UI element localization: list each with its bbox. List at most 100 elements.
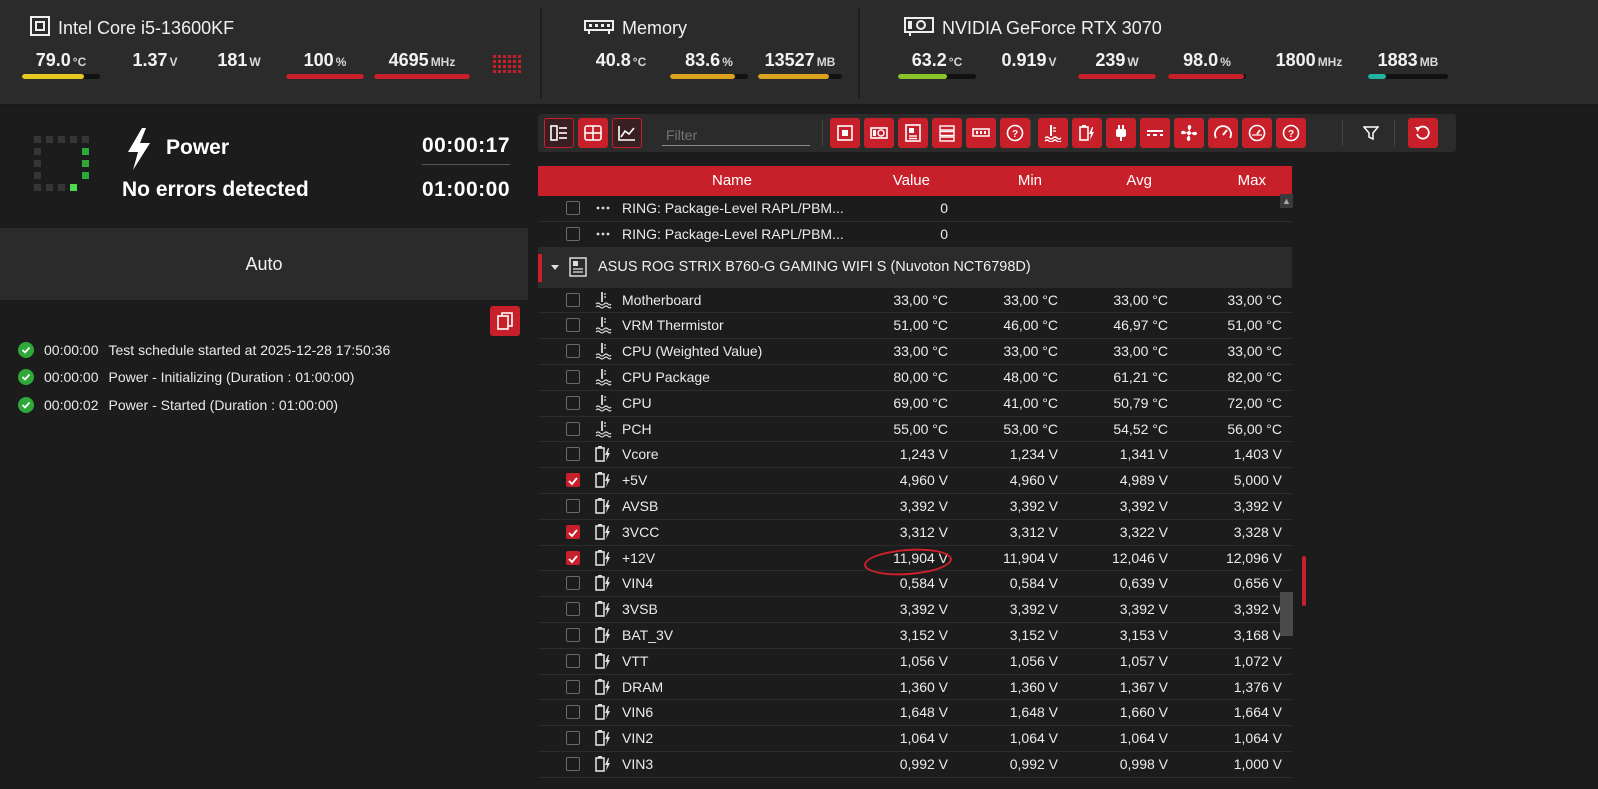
- row-checkbox[interactable]: [566, 447, 580, 462]
- table-scrollbar[interactable]: ▲: [1280, 194, 1306, 789]
- sensor-name: +12V: [622, 549, 656, 566]
- voltage-filter-button[interactable]: [1072, 118, 1102, 148]
- row-checkbox[interactable]: [566, 627, 580, 642]
- table-row[interactable]: VIN2 1,064 V 1,064 V 1,064 V 1,064 V: [538, 726, 1292, 752]
- cpu-metric-unit: °C: [72, 55, 87, 69]
- help-icon: ?: [1282, 124, 1300, 142]
- filter-input[interactable]: [662, 124, 810, 146]
- log-time: 00:00:00: [44, 341, 99, 358]
- copy-log-button[interactable]: [490, 306, 520, 336]
- row-checkbox[interactable]: [566, 602, 580, 617]
- table-row[interactable]: CPU Package 80,00 °C 48,00 °C 61,21 °C 8…: [538, 365, 1292, 391]
- row-checkbox[interactable]: [566, 226, 580, 241]
- row-checkbox[interactable]: [566, 292, 580, 307]
- sensor-value: 1,360 V: [899, 678, 948, 695]
- memory-summary: Memory: [584, 14, 687, 42]
- storage-filter-button[interactable]: [932, 118, 962, 148]
- cpu-cores-icon[interactable]: [493, 54, 521, 76]
- cpu-metric-2: 181 W: [208, 50, 286, 90]
- grid-view-button[interactable]: [578, 118, 608, 148]
- table-row[interactable]: 3VSB 3,392 V 3,392 V 3,392 V 3,392 V: [538, 597, 1292, 623]
- sensor-max: 1,376 V: [1233, 678, 1282, 695]
- collapse-caret-icon[interactable]: [550, 260, 560, 276]
- row-checkbox[interactable]: [566, 369, 580, 384]
- cpu-filter-button[interactable]: [830, 118, 860, 148]
- memory-filter-button[interactable]: [966, 118, 996, 148]
- row-checkbox[interactable]: [566, 576, 580, 591]
- sensor-value: 51,00 °C: [893, 317, 948, 334]
- sensor-avg: 33,00 °C: [1113, 343, 1168, 360]
- scroll-thumb[interactable]: [1280, 592, 1293, 636]
- table-row[interactable]: CPU (Weighted Value) 33,00 °C 33,00 °C 3…: [538, 339, 1292, 365]
- help-button[interactable]: ?: [1000, 118, 1030, 148]
- motherboard-filter-button[interactable]: [898, 118, 928, 148]
- cpu-icon: [30, 15, 50, 41]
- sensor-max: 3,392 V: [1233, 497, 1282, 514]
- row-checkbox[interactable]: [566, 498, 580, 513]
- table-row[interactable]: VRM Thermistor 51,00 °C 46,00 °C 46,97 °…: [538, 313, 1292, 340]
- mem-metric-unit: MB: [816, 55, 836, 69]
- sensor-name: CPU (Weighted Value): [622, 343, 763, 360]
- gpu-metric-bar: [1078, 74, 1156, 79]
- mode-selector[interactable]: Auto: [0, 228, 528, 300]
- table-row[interactable]: RING: Package-Level RAPL/PBM... 0: [538, 196, 1292, 222]
- row-checkbox[interactable]: [566, 318, 580, 333]
- chart-view-button[interactable]: [612, 118, 642, 148]
- fan-filter-button[interactable]: [1174, 118, 1204, 148]
- clock-filter-button[interactable]: [1208, 118, 1238, 148]
- row-checkbox[interactable]: [566, 524, 580, 539]
- row-checkbox[interactable]: [566, 756, 580, 771]
- row-checkbox[interactable]: [566, 705, 580, 720]
- row-checkbox[interactable]: [566, 653, 580, 668]
- table-row[interactable]: BAT_3V 3,152 V 3,152 V 3,153 V 3,168 V: [538, 623, 1292, 649]
- cpu-metric-bar: [22, 74, 100, 79]
- gpu-filter-button[interactable]: [864, 118, 894, 148]
- table-row[interactable]: VIN3 0,992 V 0,992 V 0,998 V 1,000 V: [538, 752, 1292, 778]
- table-row[interactable]: +5V 4,960 V 4,960 V 4,989 V 5,000 V: [538, 468, 1292, 494]
- gpu-metric-value: 0.919: [1001, 50, 1047, 70]
- gpu-filter-icon: [870, 127, 888, 139]
- table-row[interactable]: 3VCC 3,312 V 3,312 V 3,322 V 3,328 V: [538, 520, 1292, 546]
- temperature-icon: [594, 420, 612, 438]
- row-checkbox[interactable]: [566, 550, 580, 565]
- current-filter-button[interactable]: [1140, 118, 1170, 148]
- table-row[interactable]: CPU 69,00 °C 41,00 °C 50,79 °C 72,00 °C: [538, 391, 1292, 417]
- col-name[interactable]: Name: [712, 172, 752, 189]
- sensor-table: Name Value Min Avg Max RING: Package-Lev…: [538, 166, 1292, 789]
- table-row[interactable]: Vcore 1,243 V 1,234 V 1,341 V 1,403 V: [538, 442, 1292, 469]
- table-row[interactable]: VIN4 0,584 V 0,584 V 0,639 V 0,656 V: [538, 571, 1292, 598]
- cpu-filter-icon: [837, 125, 853, 141]
- table-row[interactable]: DRAM 1,360 V 1,360 V 1,367 V 1,376 V: [538, 675, 1292, 701]
- sensor-avg: 3,322 V: [1119, 523, 1168, 540]
- reset-button[interactable]: [1408, 118, 1438, 148]
- table-row[interactable]: AVSB 3,392 V 3,392 V 3,392 V 3,392 V: [538, 494, 1292, 520]
- list-view-button[interactable]: [544, 118, 574, 148]
- table-row[interactable]: RING: Package-Level RAPL/PBM... 0: [538, 222, 1292, 248]
- row-checkbox[interactable]: [566, 731, 580, 746]
- col-max[interactable]: Max: [1238, 172, 1266, 189]
- col-min[interactable]: Min: [1018, 172, 1042, 189]
- usage-filter-button[interactable]: [1242, 118, 1272, 148]
- sensor-max: 0,656 V: [1233, 575, 1282, 592]
- row-checkbox[interactable]: [566, 201, 580, 215]
- table-row[interactable]: VTT 1,056 V 1,056 V 1,057 V 1,072 V: [538, 649, 1292, 675]
- gpu-metric-unit: MB: [1419, 55, 1439, 69]
- device-group-header[interactable]: ASUS ROG STRIX B760-G GAMING WIFI S (Nuv…: [538, 247, 1292, 288]
- table-row[interactable]: Motherboard 33,00 °C 33,00 °C 33,00 °C 3…: [538, 288, 1292, 314]
- power-filter-button[interactable]: [1106, 118, 1136, 148]
- temperature-filter-button[interactable]: [1038, 118, 1068, 148]
- col-avg[interactable]: Avg: [1126, 172, 1152, 189]
- sensor-max: 1,072 V: [1233, 652, 1282, 669]
- row-checkbox[interactable]: [566, 421, 580, 436]
- scroll-up-icon[interactable]: ▲: [1280, 194, 1293, 208]
- sensor-avg: 1,367 V: [1119, 678, 1168, 695]
- table-row[interactable]: VIN6 1,648 V 1,648 V 1,660 V 1,664 V: [538, 700, 1292, 727]
- row-checkbox[interactable]: [566, 679, 580, 694]
- help-button[interactable]: ?: [1276, 118, 1306, 148]
- row-checkbox[interactable]: [566, 473, 580, 488]
- table-row[interactable]: PCH 55,00 °C 53,00 °C 54,52 °C 56,00 °C: [538, 417, 1292, 443]
- row-checkbox[interactable]: [566, 344, 580, 359]
- row-checkbox[interactable]: [566, 395, 580, 410]
- filter-options-button[interactable]: [1356, 118, 1386, 148]
- col-value[interactable]: Value: [893, 172, 930, 189]
